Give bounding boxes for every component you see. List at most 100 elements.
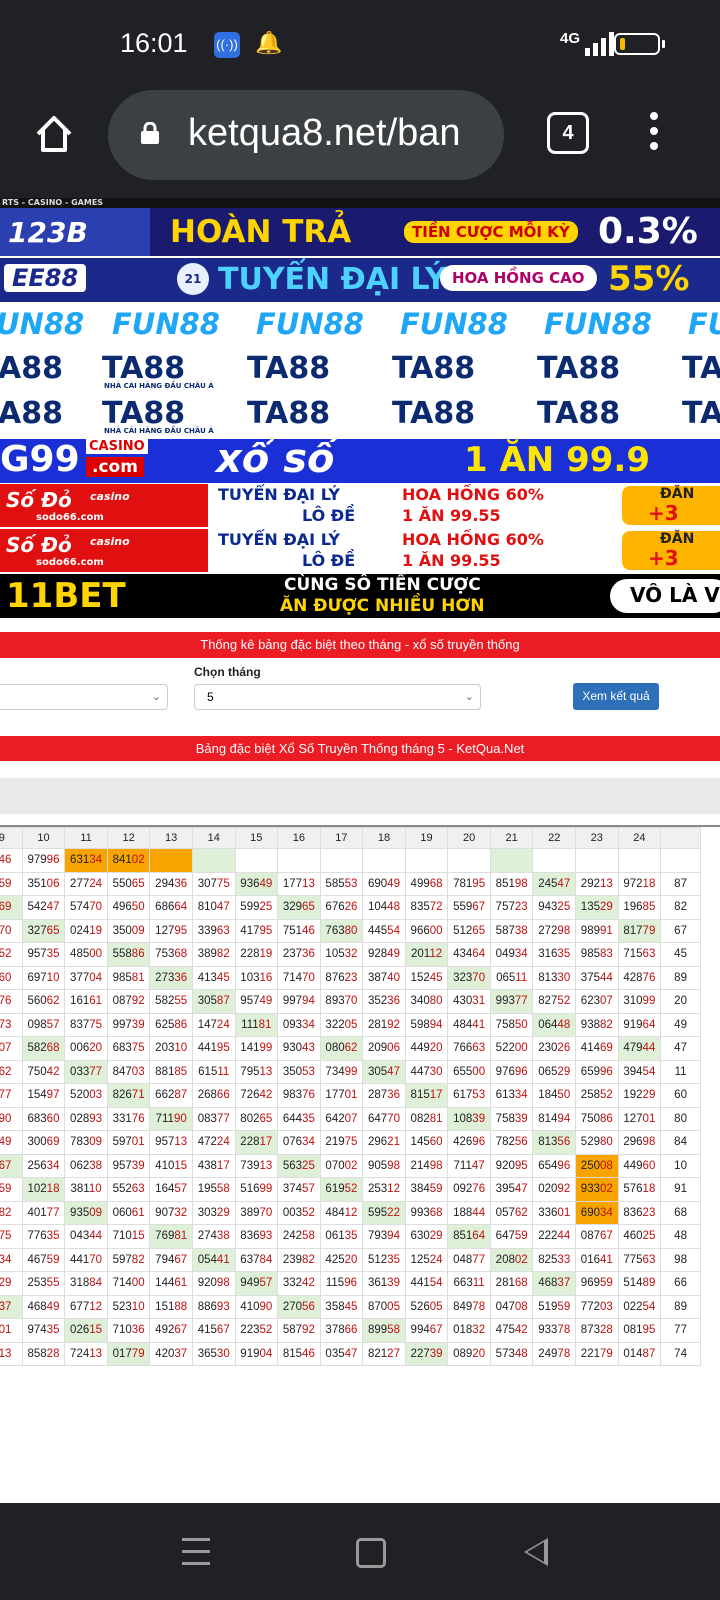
table-cell: 69710 bbox=[21, 965, 66, 990]
table-cell: 59894 bbox=[404, 1012, 449, 1037]
ad-ta88-item: TA88 bbox=[102, 396, 186, 431]
year-select[interactable]: ⌄ bbox=[0, 684, 168, 710]
column-header: 15 bbox=[234, 827, 279, 849]
table-cell: 25312 bbox=[362, 1177, 406, 1202]
view-results-button[interactable]: Xem kết quả bbox=[573, 683, 659, 710]
table-cell: 35053 bbox=[277, 1059, 321, 1084]
table-cell: 77203 bbox=[575, 1294, 619, 1319]
table-cell: 92098 bbox=[191, 1271, 236, 1296]
home-nav-icon[interactable] bbox=[356, 1538, 386, 1568]
ad-sodo-l1b: HOA HỒNG 60% bbox=[402, 530, 544, 549]
table-cell: 28736 bbox=[362, 1083, 406, 1108]
table-row: 5593510627724550652943630775936491771358… bbox=[0, 871, 701, 896]
ad-banner-sodo66-2[interactable]: Số Đỏ casino sodo66.com TUYỂN ĐẠI LÝ HOA… bbox=[0, 529, 720, 572]
ad-strip[interactable]: RTS - CASINO - GAMES bbox=[0, 198, 720, 208]
table-row: 3591021838110552631645719558516993745761… bbox=[0, 1177, 701, 1202]
table-cell: 06448 bbox=[532, 1012, 577, 1037]
table-cell: 64759 bbox=[489, 1224, 534, 1249]
url-bar[interactable]: ketqua8.net/ban bbox=[108, 90, 504, 180]
month-select[interactable]: 5 ⌄ bbox=[194, 684, 481, 710]
table-cell: 44960 bbox=[617, 1153, 662, 1178]
table-cell: 64435 bbox=[277, 1106, 321, 1131]
menu-dots-icon[interactable] bbox=[648, 112, 660, 154]
table-cell: 66287 bbox=[149, 1083, 193, 1108]
table-cell bbox=[660, 848, 701, 873]
ad-ta88-sub: NHÀ CÁI HÀNG ĐẦU CHÂU Á bbox=[104, 427, 214, 435]
table-cell: 79513 bbox=[234, 1059, 279, 1084]
ad-ee88-text: TUYỂN ĐẠI LÝ bbox=[218, 262, 447, 297]
table-cell: 33601 bbox=[532, 1200, 577, 1225]
table-cell: 22819 bbox=[234, 942, 279, 967]
home-icon[interactable] bbox=[32, 112, 76, 156]
table-cell: 22352 bbox=[234, 1318, 279, 1343]
table-cell: 41567 bbox=[191, 1318, 236, 1343]
column-header bbox=[660, 827, 701, 849]
table-cell: 75839 bbox=[489, 1106, 534, 1131]
ad-banner-g99[interactable]: G99 CASINO .com xổ số 1 ĂN 99.9 bbox=[0, 439, 720, 483]
ad-ta88-item: TA88 bbox=[247, 351, 331, 386]
ad-123b-brand: 123B bbox=[8, 216, 88, 249]
table-cell: 58255 bbox=[149, 989, 193, 1014]
ad-banner-sodo66[interactable]: Số Đỏ casino sodo66.com TUYỂN ĐẠI LÝ HOA… bbox=[0, 484, 720, 527]
table-cell: 96959 bbox=[575, 1271, 619, 1296]
table-cell: 90598 bbox=[362, 1153, 406, 1178]
table-cell: 35106 bbox=[21, 871, 66, 896]
table-cell: 81356 bbox=[532, 1130, 577, 1155]
ad-banner-ta88[interactable]: A88 TA88 TA88 TA88 TA88 TA NHÀ CÁI HÀNG … bbox=[0, 349, 720, 393]
table-cell: 42696 bbox=[447, 1130, 491, 1155]
table-cell: 63784 bbox=[234, 1247, 279, 1272]
table-cell: 51489 bbox=[617, 1271, 662, 1296]
ad-banner-123b[interactable]: 123B HOÀN TRẢ TIỀN CƯỢC MỖI KỲ 0.3% bbox=[0, 208, 720, 256]
table-cell: 15188 bbox=[149, 1294, 193, 1319]
ad-ta88-item: TA bbox=[682, 351, 720, 386]
status-bar: 16:01 ((·)) 🔔 4G bbox=[0, 0, 720, 90]
table-cell: 94957 bbox=[234, 1271, 279, 1296]
table-cell: 770 bbox=[0, 918, 23, 943]
table-cell: 27724 bbox=[64, 871, 108, 896]
table-cell: 01641 bbox=[575, 1247, 619, 1272]
table-cell: 24978 bbox=[532, 1341, 577, 1366]
column-header: 9 bbox=[0, 827, 23, 849]
table-row: 7771549752003826716628726866726429837617… bbox=[0, 1083, 701, 1108]
ad-sodo-l2: LÔ ĐỀ bbox=[302, 551, 356, 570]
table-row: 3695424757470496506866481047599253296567… bbox=[0, 895, 701, 920]
lock-icon bbox=[141, 122, 159, 144]
table-cell: 68360 bbox=[21, 1106, 66, 1131]
table-cell: 39454 bbox=[617, 1059, 662, 1084]
table-cell: 02615 bbox=[64, 1318, 108, 1343]
table-cell: 75850 bbox=[489, 1012, 534, 1037]
table-cell: 75042 bbox=[21, 1059, 66, 1084]
table-cell: 04344 bbox=[64, 1224, 108, 1249]
table-cell: 06135 bbox=[319, 1224, 364, 1249]
table-cell: 56325 bbox=[277, 1153, 321, 1178]
table-cell: 30775 bbox=[191, 871, 236, 896]
table-cell: 85828 bbox=[21, 1341, 66, 1366]
back-icon[interactable] bbox=[524, 1538, 548, 1566]
ad-banner-ee88[interactable]: EE88 21 TUYỂN ĐẠI LÝ HOA HỒNG CAO 55% bbox=[0, 258, 720, 302]
table-cell: 21498 bbox=[404, 1153, 449, 1178]
ad-banner-fun88[interactable]: UN88 FUN88 FUN88 FUN88 FUN88 FU bbox=[0, 302, 720, 346]
ad-banner-ta88-2[interactable]: A88 TA88 TA88 TA88 TA88 TA NHÀ CÁI HÀNG … bbox=[0, 394, 720, 438]
table-cell: 990 bbox=[0, 1106, 23, 1131]
table-cell bbox=[447, 848, 491, 873]
table-cell: 22739 bbox=[404, 1341, 449, 1366]
url-text: ketqua8.net/ban bbox=[188, 112, 461, 154]
table-cell: 82752 bbox=[532, 989, 577, 1014]
table-cell: 46759 bbox=[21, 1247, 66, 1272]
tab-switcher-button[interactable]: 4 bbox=[547, 112, 589, 154]
table-cell: 36530 bbox=[191, 1341, 236, 1366]
table-cell: 59701 bbox=[106, 1130, 151, 1155]
table-cell: 41090 bbox=[234, 1294, 279, 1319]
table-cell: 79394 bbox=[362, 1224, 406, 1249]
table-cell: 08767 bbox=[575, 1224, 619, 1249]
table-cell: 67712 bbox=[64, 1294, 108, 1319]
recent-apps-icon[interactable] bbox=[182, 1538, 210, 1565]
ad-sodo-l2b: 1 ĂN 99.55 bbox=[402, 506, 501, 525]
column-header: 14 bbox=[191, 827, 236, 849]
table-row: 3292535531884714001446192098949573324211… bbox=[0, 1271, 701, 1296]
ad-banner-11bet[interactable]: 11BET CÙNG SỐ TIỀN CƯỢC ĂN ĐƯỢC NHIỀU HƠ… bbox=[0, 574, 720, 618]
table-cell: 69049 bbox=[362, 871, 406, 896]
ad-ta88-item: TA88 bbox=[537, 396, 621, 431]
table-cell: 38982 bbox=[191, 942, 236, 967]
table-cell: 88693 bbox=[191, 1294, 236, 1319]
